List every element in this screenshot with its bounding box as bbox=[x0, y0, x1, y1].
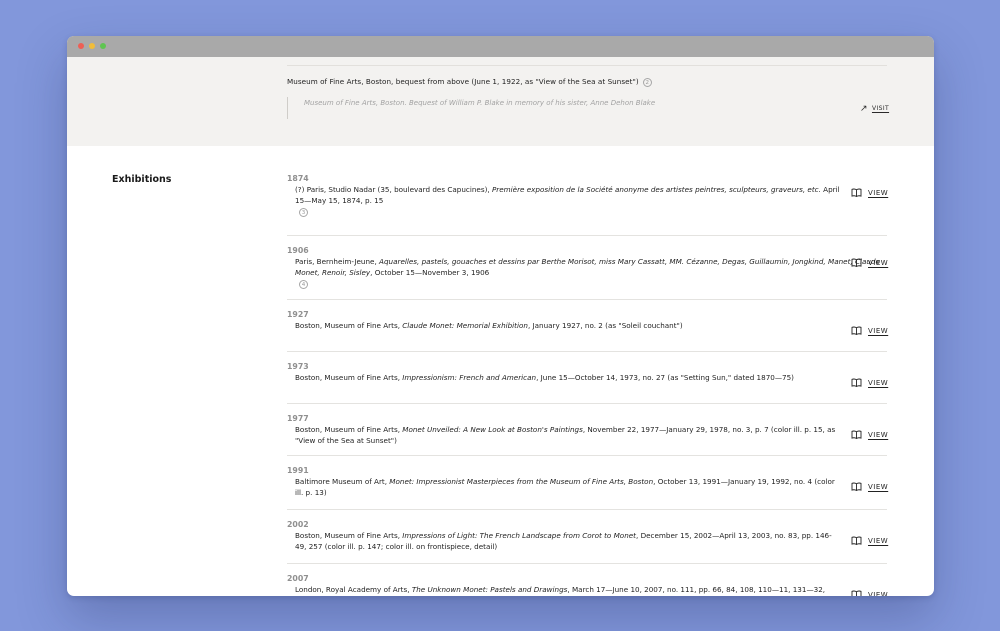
exhibitions-list: 1874 (?) Paris, Studio Nadar (35, bouleva… bbox=[287, 172, 888, 596]
divider bbox=[287, 65, 887, 66]
exhibition-venue: Boston, Museum of Fine Arts, bbox=[295, 531, 403, 540]
view-label: VIEW bbox=[868, 590, 889, 597]
exhibition-venue: (?) Paris, Studio Nadar (35, boulevard d… bbox=[295, 185, 492, 194]
exhibition-description: Boston, Museum of Fine Arts, Impressions… bbox=[295, 530, 843, 552]
exhibition-description: Paris, Bernheim-Jeune, Aquarelles, paste… bbox=[295, 256, 887, 289]
footnote-marker[interactable]: 3 bbox=[299, 208, 308, 217]
view-exhibition-link[interactable]: VIEW bbox=[851, 326, 888, 335]
view-exhibition-link[interactable]: VIEW bbox=[851, 482, 888, 491]
book-icon bbox=[851, 536, 862, 545]
provenance-credit-quote: Museum of Fine Arts, Boston. Bequest of … bbox=[287, 97, 655, 119]
view-label: VIEW bbox=[868, 188, 889, 197]
exhibition-year: 1991 bbox=[287, 466, 309, 475]
view-label: VIEW bbox=[868, 536, 889, 545]
provenance-entry: Museum of Fine Arts, Boston, bequest fro… bbox=[287, 77, 652, 87]
exhibition-details: , June 15—October 14, 1973, no. 27 (as "… bbox=[536, 373, 794, 382]
exhibition-title: Impressionism: French and American bbox=[402, 373, 537, 382]
visit-link[interactable]: ↗ VISIT bbox=[860, 104, 889, 114]
exhibition-title: Monet: Impressionist Masterpieces from t… bbox=[389, 477, 654, 486]
exhibition-venue: Baltimore Museum of Art, bbox=[295, 477, 390, 486]
view-exhibition-link[interactable]: VIEW bbox=[851, 536, 888, 545]
section-title: Exhibitions bbox=[112, 174, 172, 185]
exhibition-title: Claude Monet: Memorial Exhibition bbox=[402, 321, 528, 330]
exhibition-year: 1927 bbox=[287, 310, 309, 319]
footnote-marker[interactable]: 4 bbox=[299, 280, 308, 289]
exhibition-description: (?) Paris, Studio Nadar (35, boulevard d… bbox=[295, 184, 843, 217]
exhibition-entry: 2002 Boston, Museum of Fine Arts, Impress… bbox=[287, 510, 888, 564]
exhibition-entry: 1991 Baltimore Museum of Art, Monet: Impr… bbox=[287, 456, 888, 510]
exhibition-title: The Unknown Monet: Pastels and Drawings bbox=[411, 585, 568, 594]
close-window-button[interactable] bbox=[78, 43, 84, 49]
exhibition-description: Baltimore Museum of Art, Monet: Impressi… bbox=[295, 476, 843, 498]
exhibition-description: London, Royal Academy of Arts, The Unkno… bbox=[295, 584, 843, 596]
exhibition-description: Boston, Museum of Fine Arts, Impressioni… bbox=[295, 372, 843, 383]
footnote-marker[interactable]: 2 bbox=[642, 77, 652, 87]
page-viewport[interactable]: Museum of Fine Arts, Boston, bequest fro… bbox=[67, 57, 934, 596]
provenance-section: Museum of Fine Arts, Boston, bequest fro… bbox=[67, 57, 934, 146]
browser-window: Museum of Fine Arts, Boston, bequest fro… bbox=[67, 36, 934, 596]
exhibition-entry: 1927 Boston, Museum of Fine Arts, Claude … bbox=[287, 300, 888, 352]
minimize-window-button[interactable] bbox=[89, 43, 95, 49]
exhibition-year: 1977 bbox=[287, 414, 309, 423]
exhibition-description: Boston, Museum of Fine Arts, Claude Mone… bbox=[295, 320, 843, 331]
exhibition-year: 2002 bbox=[287, 520, 309, 529]
view-label: VIEW bbox=[868, 482, 889, 491]
view-exhibition-link[interactable]: VIEW bbox=[851, 258, 888, 267]
exhibition-year: 2007 bbox=[287, 574, 309, 583]
exhibition-year: 1973 bbox=[287, 362, 309, 371]
exhibition-title: Première exposition de la Société anonym… bbox=[491, 185, 821, 194]
exhibition-title: Impressions of Light: The French Landsca… bbox=[402, 531, 636, 540]
book-icon bbox=[851, 590, 862, 596]
arrow-up-right-icon: ↗ bbox=[860, 104, 868, 114]
exhibition-entry: 2007 London, Royal Academy of Arts, The U… bbox=[287, 564, 888, 596]
exhibition-venue: Paris, Bernheim-Jeune, bbox=[295, 257, 380, 266]
book-icon bbox=[851, 258, 862, 267]
exhibition-year: 1906 bbox=[287, 246, 309, 255]
exhibition-title: Monet Unveiled: A New Look at Boston's P… bbox=[402, 425, 583, 434]
exhibition-details: , October 15—November 3, 1906 bbox=[370, 268, 490, 277]
view-exhibition-link[interactable]: VIEW bbox=[851, 378, 888, 387]
exhibition-entry: 1874 (?) Paris, Studio Nadar (35, bouleva… bbox=[287, 172, 888, 236]
maximize-window-button[interactable] bbox=[100, 43, 106, 49]
book-icon bbox=[851, 188, 862, 197]
book-icon bbox=[851, 326, 862, 335]
exhibition-year: 1874 bbox=[287, 174, 309, 183]
view-exhibition-link[interactable]: VIEW bbox=[851, 590, 888, 596]
exhibition-venue: Boston, Museum of Fine Arts, bbox=[295, 321, 403, 330]
title-bar bbox=[67, 36, 934, 57]
exhibition-entry: 1906 Paris, Bernheim-Jeune, Aquarelles, p… bbox=[287, 236, 888, 300]
exhibition-entry: 1977 Boston, Museum of Fine Arts, Monet U… bbox=[287, 404, 888, 456]
exhibition-venue: Boston, Museum of Fine Arts, bbox=[295, 425, 403, 434]
view-label: VIEW bbox=[868, 258, 889, 267]
exhibition-description: Boston, Museum of Fine Arts, Monet Unvei… bbox=[295, 424, 843, 446]
exhibition-venue: Boston, Museum of Fine Arts, bbox=[295, 373, 403, 382]
exhibition-venue: London, Royal Academy of Arts, bbox=[295, 585, 412, 594]
book-icon bbox=[851, 430, 862, 439]
book-icon bbox=[851, 378, 862, 387]
view-label: VIEW bbox=[868, 430, 889, 439]
book-icon bbox=[851, 482, 862, 491]
view-exhibition-link[interactable]: VIEW bbox=[851, 430, 888, 439]
exhibition-entry: 1973 Boston, Museum of Fine Arts, Impress… bbox=[287, 352, 888, 404]
visit-label: VISIT bbox=[871, 105, 890, 112]
view-label: VIEW bbox=[868, 378, 889, 387]
view-label: VIEW bbox=[868, 326, 889, 335]
provenance-entry-text: Museum of Fine Arts, Boston, bequest fro… bbox=[287, 77, 639, 86]
view-exhibition-link[interactable]: VIEW bbox=[851, 188, 888, 197]
exhibition-details: , January 1927, no. 2 (as "Soleil coucha… bbox=[527, 321, 683, 330]
